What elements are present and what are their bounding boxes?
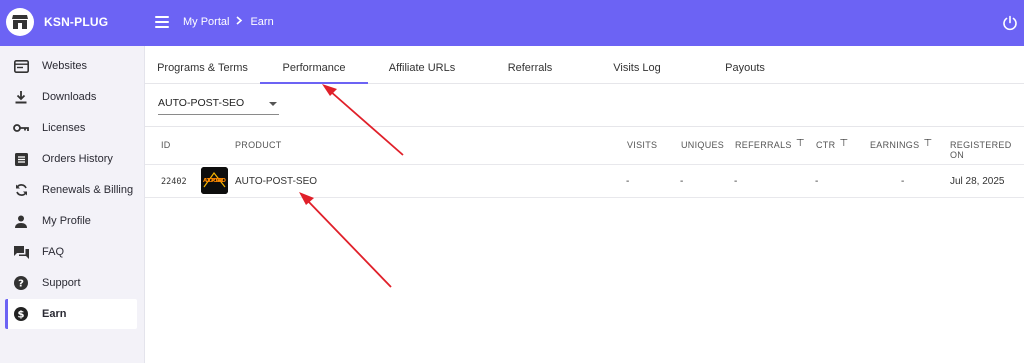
caret-down-icon — [269, 102, 277, 106]
sidebar-item-support[interactable]: ? Support — [5, 268, 137, 298]
sidebar-item-label: Orders History — [42, 153, 113, 165]
refresh-icon — [13, 182, 29, 198]
column-header-id: ID — [161, 140, 171, 150]
download-icon — [13, 89, 29, 105]
sidebar-item-downloads[interactable]: Downloads — [5, 82, 137, 112]
sidebar-item-licenses[interactable]: Licenses — [5, 113, 137, 143]
sidebar-item-label: Renewals & Billing — [42, 184, 134, 196]
sidebar-item-faq[interactable]: FAQ — [5, 237, 137, 267]
person-icon — [13, 213, 29, 229]
annotation-arrow — [322, 84, 404, 156]
sidebar-item-label: Websites — [42, 60, 88, 72]
sidebar-item-renewals-billing[interactable]: Renewals & Billing — [5, 175, 137, 205]
cell-visits: - — [626, 176, 630, 187]
svg-text:$: $ — [18, 310, 25, 321]
tab-referrals[interactable]: Referrals — [479, 52, 581, 84]
breadcrumb-current: Earn — [250, 16, 274, 28]
sidebar: Websites Downloads Licenses Orders Histo… — [0, 46, 145, 363]
sidebar-item-earn[interactable]: $ Earn — [5, 299, 137, 329]
dollar-icon: $ — [13, 306, 29, 322]
column-header-referrals-label: REFERRALS — [735, 140, 792, 150]
sidebar-item-label: Support — [42, 277, 81, 289]
product-select-value: AUTO-POST-SEO — [158, 97, 245, 109]
cell-uniques: - — [680, 176, 684, 187]
column-header-ctr[interactable]: CTR ⊤ — [816, 138, 848, 151]
chevron-right-icon — [236, 16, 243, 28]
column-header-registered-on: REGISTERED ON — [950, 140, 1012, 160]
product-select[interactable]: AUTO-POST-SEO — [158, 95, 279, 115]
table-divider — [145, 126, 1024, 127]
filter-icon[interactable]: ⊤ — [923, 138, 932, 149]
store-logo-icon — [6, 8, 34, 36]
cell-referrals: - — [734, 176, 738, 187]
sidebar-item-label: Earn — [42, 308, 67, 320]
sidebar-item-websites[interactable]: Websites — [5, 51, 137, 81]
breadcrumb-parent[interactable]: My Portal — [183, 16, 229, 28]
cell-id: 22402 — [161, 177, 187, 187]
sidebar-item-label: My Profile — [42, 215, 91, 227]
tab-affiliate-urls[interactable]: Affiliate URLs — [370, 52, 474, 84]
app-name: KSN-PLUG — [44, 15, 109, 29]
tab-bar: Programs & Terms Performance Affiliate U… — [145, 52, 1024, 84]
table-row-divider — [145, 197, 1024, 198]
active-tab-indicator — [260, 82, 368, 84]
key-icon — [13, 120, 29, 136]
sidebar-item-orders-history[interactable]: Orders History — [5, 144, 137, 174]
sidebar-item-label: FAQ — [42, 246, 65, 258]
tab-payouts[interactable]: Payouts — [693, 52, 797, 84]
annotation-arrow — [299, 192, 392, 288]
filter-icon[interactable]: ⊤ — [796, 138, 805, 149]
product-thumbnail-text: AUTO-POST SEO — [203, 178, 226, 184]
power-icon[interactable] — [1002, 15, 1018, 31]
tab-performance[interactable]: Performance — [260, 52, 368, 84]
column-header-ctr-label: CTR — [816, 140, 836, 150]
chat-icon — [13, 244, 29, 260]
monitor-icon — [13, 58, 29, 74]
sidebar-item-label: Downloads — [42, 91, 97, 103]
svg-text:?: ? — [18, 279, 24, 290]
table-row-divider — [145, 164, 1024, 165]
column-header-earnings[interactable]: EARNINGS ⊤ — [870, 138, 932, 151]
top-bar: KSN-PLUG My Portal Earn — [0, 0, 1024, 46]
column-header-uniques: UNIQUES — [681, 140, 725, 150]
column-header-visits: VISITS — [627, 140, 658, 150]
column-header-referrals[interactable]: REFERRALS ⊤ — [735, 138, 805, 151]
column-header-earnings-label: EARNINGS — [870, 140, 920, 150]
sidebar-item-label: Licenses — [42, 122, 86, 134]
filter-icon[interactable]: ⊤ — [839, 138, 848, 149]
column-header-product: PRODUCT — [235, 140, 282, 150]
product-thumbnail: AUTO-POST SEO — [201, 167, 228, 194]
tab-programs-terms[interactable]: Programs & Terms — [147, 52, 258, 84]
cell-earnings: - — [901, 176, 905, 187]
list-icon — [13, 151, 29, 167]
breadcrumb: My Portal Earn — [183, 16, 274, 28]
brand[interactable]: KSN-PLUG — [6, 8, 108, 36]
sidebar-item-my-profile[interactable]: My Profile — [5, 206, 137, 236]
menu-icon[interactable] — [155, 16, 169, 28]
cell-registered-on: Jul 28, 2025 — [950, 176, 1005, 187]
tab-visits-log[interactable]: Visits Log — [586, 52, 688, 84]
cell-product[interactable]: AUTO-POST-SEO — [235, 176, 317, 187]
cell-ctr: - — [815, 176, 819, 187]
question-icon: ? — [13, 275, 29, 291]
